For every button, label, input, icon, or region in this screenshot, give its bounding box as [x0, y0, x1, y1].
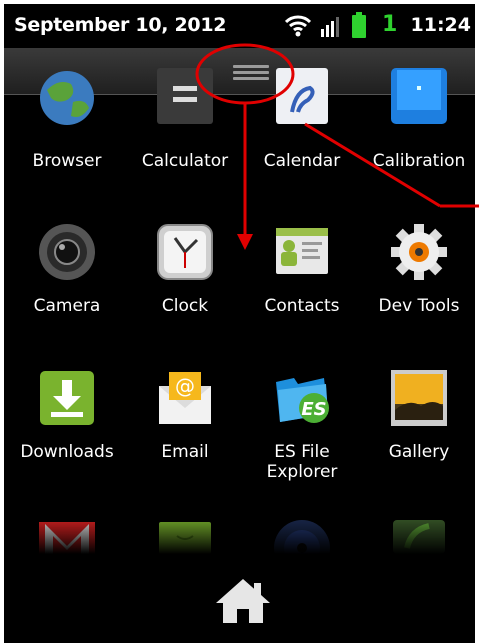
app-label: Gallery [388, 442, 450, 462]
calendar-icon [276, 68, 328, 124]
calculator-icon [157, 68, 213, 124]
app-label: Browser [32, 151, 102, 171]
app-label: Calculator [141, 151, 229, 171]
download-icon [40, 371, 94, 425]
app-calendar[interactable]: Calendar [244, 68, 360, 174]
envelope-icon: @ [159, 372, 211, 424]
app-label: Downloads [20, 442, 114, 462]
app-downloads[interactable]: Downloads [9, 368, 125, 488]
app-label: ES File [274, 442, 330, 462]
grip-line [233, 77, 269, 80]
gear-icon [391, 224, 447, 280]
app-gallery[interactable]: Gallery [361, 368, 475, 488]
app-label: Dev Tools [378, 296, 460, 316]
grip-line [233, 65, 269, 68]
app-es-file-explorer[interactable]: ES ES File Explorer [244, 368, 360, 488]
svg-text:@: @ [175, 374, 195, 398]
app-label: Contacts [264, 296, 340, 316]
android-screen: September 10, 2012 1 11:24 Browser Calcu… [4, 4, 475, 643]
app-label: Email [161, 442, 209, 462]
app-label: Explorer [266, 462, 338, 482]
picture-icon [391, 370, 447, 426]
signal-icon [321, 17, 339, 37]
app-label: Camera [33, 296, 101, 316]
contacts-icon [276, 228, 328, 274]
status-bar[interactable]: September 10, 2012 1 11:24 [4, 4, 475, 48]
app-camera[interactable]: Camera [9, 222, 125, 322]
folder-icon: ES [276, 378, 329, 423]
fade-overlay [4, 514, 475, 554]
app-email[interactable]: @ Email [127, 368, 243, 488]
app-calibration[interactable]: Calibration [361, 68, 475, 174]
app-label: Clock [161, 296, 209, 316]
svg-text:ES: ES [301, 399, 326, 420]
app-label: Calendar [263, 151, 341, 171]
grip-line [233, 71, 269, 74]
status-date: September 10, 2012 [14, 14, 227, 36]
app-contacts[interactable]: Contacts [244, 222, 360, 322]
app-dev-tools[interactable]: Dev Tools [361, 222, 475, 322]
app-clock[interactable]: Clock [127, 222, 243, 322]
dock [4, 514, 475, 643]
app-calculator[interactable]: Calculator [127, 68, 243, 174]
clock-icon [157, 224, 213, 280]
battery-icon [352, 12, 366, 38]
app-label: Calibration [372, 151, 466, 171]
notification-count: 1 [382, 12, 398, 37]
status-time: 11:24 [410, 14, 471, 36]
wifi-icon [285, 15, 311, 37]
app-browser[interactable]: Browser [9, 71, 125, 174]
home-icon[interactable] [214, 577, 272, 625]
globe-icon [40, 71, 94, 125]
calibration-icon [391, 68, 447, 124]
camera-lens-icon [39, 224, 95, 280]
